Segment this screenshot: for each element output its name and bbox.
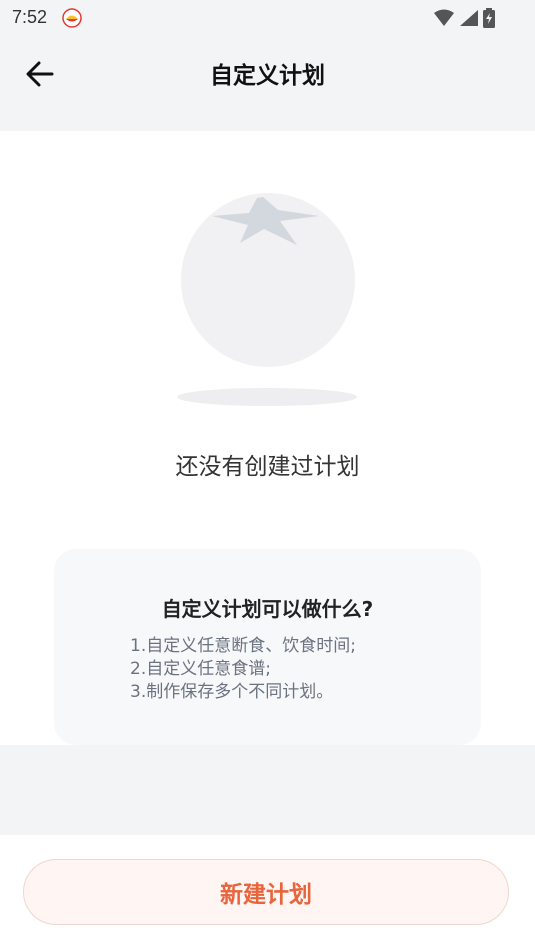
battery-icon bbox=[483, 8, 495, 32]
footer: 新建计划 bbox=[0, 835, 535, 951]
header: 自定义计划 bbox=[0, 36, 535, 131]
page-title: 自定义计划 bbox=[210, 63, 325, 89]
empty-state-message: 还没有创建过计划 bbox=[175, 454, 360, 480]
status-time: 7:52 bbox=[12, 7, 48, 27]
info-list-item: 3.制作保存多个不同计划。 bbox=[130, 682, 334, 702]
new-plan-button[interactable]: 新建计划 bbox=[23, 859, 509, 925]
wifi-icon bbox=[433, 9, 455, 31]
main-content: 还没有创建过计划 自定义计划可以做什么? 1.自定义任意断食、饮食时间; 2.自… bbox=[0, 131, 535, 745]
status-bar: 7:52 bbox=[0, 0, 535, 36]
info-list-item: 2.自定义任意食谱; bbox=[130, 659, 271, 679]
info-card-title: 自定义计划可以做什么? bbox=[161, 597, 374, 621]
info-list: 1.自定义任意断食、饮食时间; 2.自定义任意食谱; 3.制作保存多个不同计划。 bbox=[130, 635, 356, 704]
info-list-item: 1.自定义任意断食、饮食时间; bbox=[130, 636, 356, 656]
signal-icon bbox=[459, 9, 479, 31]
info-card: 自定义计划可以做什么? 1.自定义任意断食、饮食时间; 2.自定义任意食谱; 3… bbox=[54, 549, 481, 745]
app-notification-icon bbox=[62, 8, 82, 28]
tomato-illustration bbox=[170, 161, 370, 411]
